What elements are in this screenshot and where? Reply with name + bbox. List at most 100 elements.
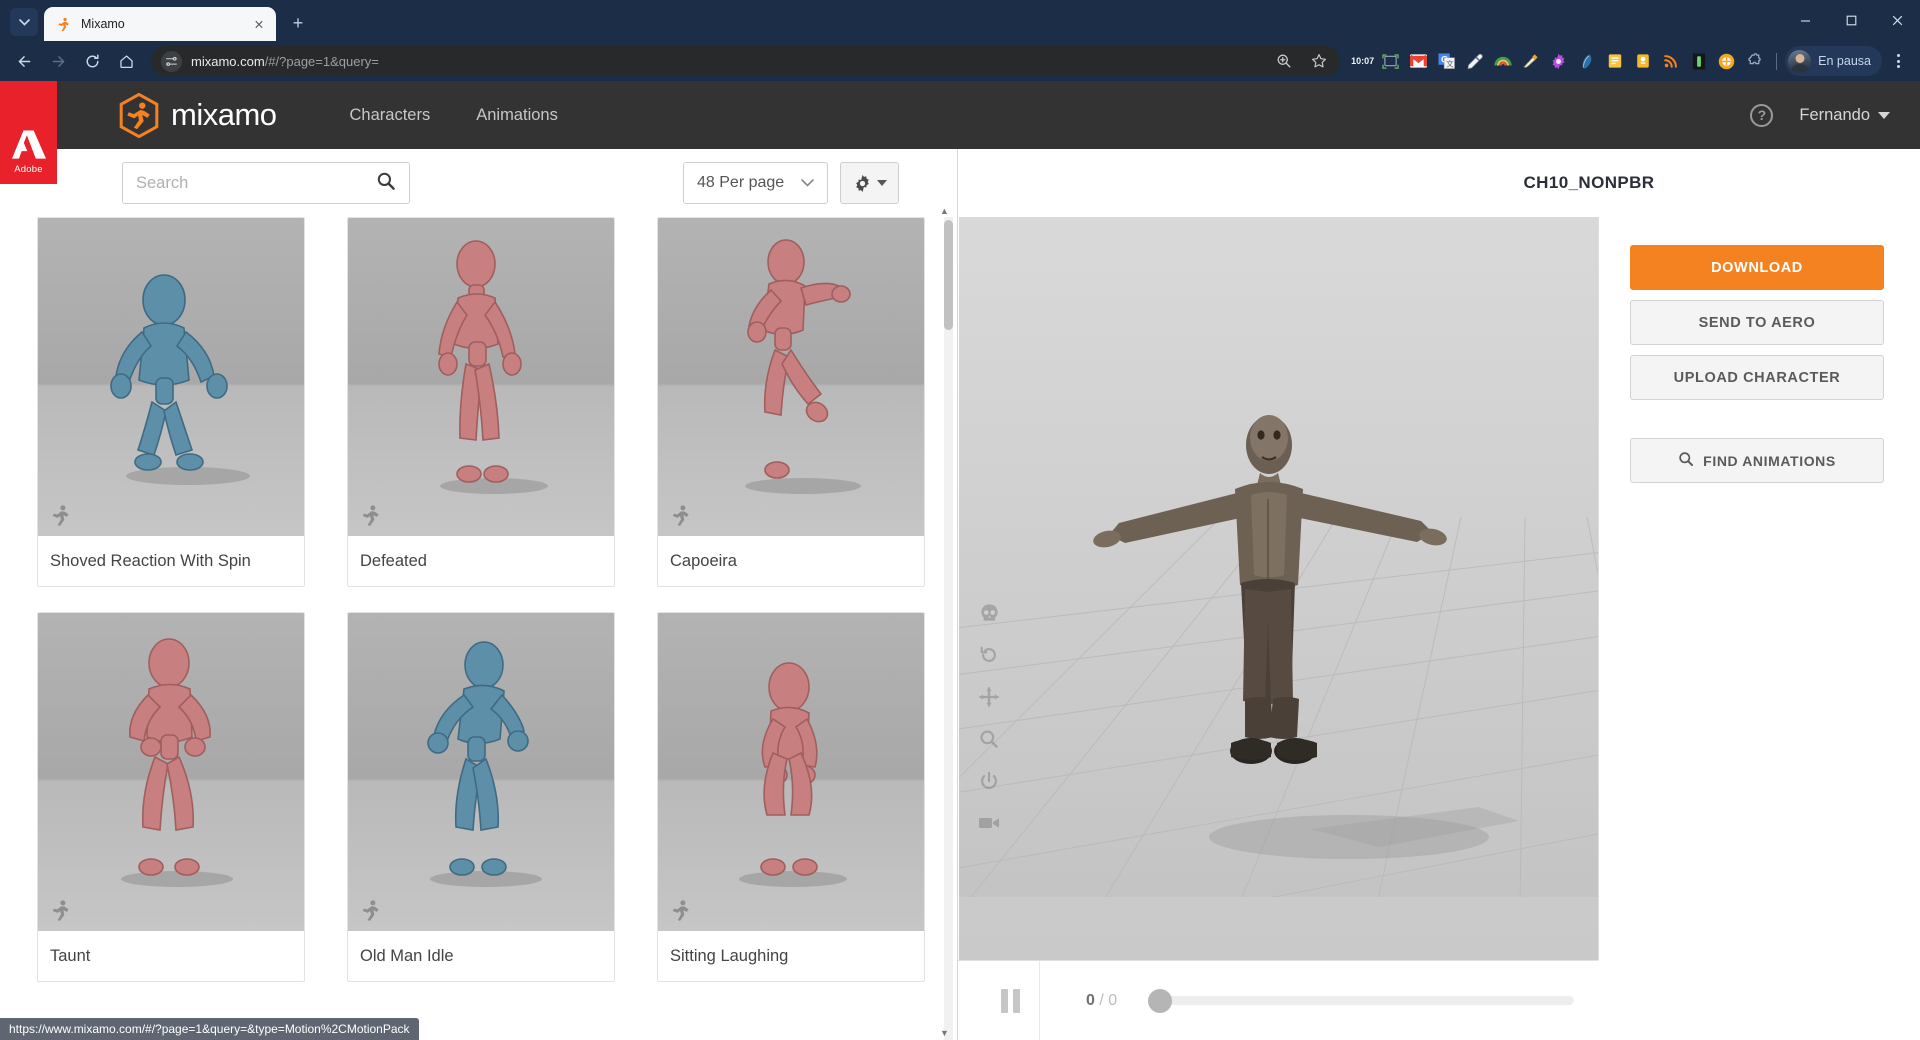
mixamo-wordmark: mixamo — [171, 97, 277, 132]
animation-thumbnail[interactable] — [38, 218, 304, 536]
animation-card[interactable]: Sitting Laughing — [657, 612, 925, 982]
animation-card[interactable]: Old Man Idle — [347, 612, 615, 982]
animation-card[interactable]: Taunt — [37, 612, 305, 982]
reset-rotate-tool-icon[interactable] — [978, 644, 1000, 666]
window-close-button[interactable] — [1874, 0, 1920, 41]
forward-button[interactable] — [42, 45, 74, 77]
browser-window: Mixamo ✕ + mixamo.com/#/?page=1&query= 1… — [0, 0, 1920, 1040]
motion-runner-icon — [49, 899, 72, 922]
scroll-up-arrow[interactable]: ▲ — [939, 205, 950, 216]
search-icon[interactable] — [376, 171, 396, 196]
browser-tab[interactable]: Mixamo ✕ — [44, 7, 276, 41]
viewport-scene — [959, 217, 1598, 897]
camera-tool-icon[interactable] — [978, 812, 1000, 834]
timeline-slider[interactable] — [1148, 988, 1574, 1013]
3d-viewport[interactable] — [959, 217, 1598, 960]
download-button[interactable]: DOWNLOAD — [1630, 245, 1884, 290]
tab-search-button[interactable] — [10, 8, 38, 36]
search-box[interactable] — [122, 162, 410, 204]
help-question-icon[interactable]: ? — [1750, 103, 1774, 127]
window-maximize-button[interactable] — [1828, 0, 1874, 41]
animation-thumbnail[interactable] — [38, 613, 304, 931]
animation-name: Taunt — [50, 946, 91, 965]
puzzle-extensions-icon[interactable] — [1741, 48, 1768, 75]
back-button[interactable] — [8, 45, 40, 77]
eyedropper-extension[interactable] — [1461, 48, 1488, 75]
search-input[interactable] — [136, 173, 368, 193]
timeline-slider-handle[interactable] — [1148, 988, 1173, 1013]
character-pose-preview — [438, 240, 548, 494]
tab-close-icon[interactable]: ✕ — [250, 15, 268, 33]
upload-character-button[interactable]: UPLOAD CHARACTER — [1630, 355, 1884, 400]
browser-toolbar: mixamo.com/#/?page=1&query= 10:07 G文 — [0, 41, 1920, 81]
window-controls — [1782, 0, 1920, 41]
skull-tool-icon[interactable] — [978, 602, 1000, 624]
grid-scrollbar[interactable]: ▲ ▼ — [940, 206, 953, 1040]
address-bar[interactable]: mixamo.com/#/?page=1&query= — [151, 46, 1341, 76]
per-page-value: 48 Per page — [697, 174, 785, 191]
settings-dropdown-button[interactable] — [840, 162, 899, 204]
animation-grid-scroll[interactable]: Shoved Reaction With Spin Defeated Capoe… — [0, 217, 957, 1040]
header-right: ? Fernando — [1750, 103, 1920, 127]
animation-card[interactable]: Defeated — [347, 217, 615, 587]
page-content: Adobe mixamo Characters Animations ? Fer… — [0, 81, 1920, 1040]
orange-circle-extension[interactable] — [1713, 48, 1740, 75]
bookmark-star-icon[interactable] — [1306, 48, 1332, 74]
character-pose-preview — [427, 641, 542, 887]
profile-button[interactable]: En pausa — [1785, 46, 1882, 76]
frame-counter: 0 / 0 — [1086, 992, 1117, 1010]
settings-gear-extension[interactable] — [1545, 48, 1572, 75]
pause-button[interactable] — [982, 961, 1040, 1040]
character-pose-preview — [739, 662, 847, 887]
home-button[interactable] — [110, 45, 142, 77]
mixamo-logo[interactable]: mixamo — [118, 92, 277, 138]
gmail-extension[interactable] — [1405, 48, 1432, 75]
animation-thumbnail[interactable] — [658, 218, 924, 536]
nav-characters[interactable]: Characters — [327, 106, 454, 125]
move-tool-icon[interactable] — [978, 686, 1000, 708]
animation-thumbnail[interactable] — [658, 613, 924, 931]
power-tool-icon[interactable] — [978, 770, 1000, 792]
send-to-aero-button[interactable]: SEND TO AERO — [1630, 300, 1884, 345]
rainbow-extension[interactable] — [1489, 48, 1516, 75]
character-pose-preview — [110, 274, 250, 485]
google-translate-extension[interactable]: G文 — [1433, 48, 1460, 75]
filter-bar: 48 Per page — [0, 149, 957, 217]
screenshot-extension[interactable] — [1377, 48, 1404, 75]
kebab-menu-icon[interactable] — [1884, 47, 1912, 75]
tab-strip: Mixamo ✕ + — [0, 0, 1920, 41]
user-menu[interactable]: Fernando — [1799, 106, 1890, 125]
tune-icon[interactable] — [161, 50, 182, 72]
animation-thumbnail[interactable] — [348, 218, 614, 536]
adobe-a-logo — [11, 130, 46, 159]
paint-extension[interactable] — [1517, 48, 1544, 75]
zoom-magnifier-icon[interactable] — [1271, 48, 1297, 74]
mixamo-runner-icon — [55, 16, 72, 33]
per-page-select[interactable]: 48 Per page — [683, 162, 828, 204]
viewport-tools — [978, 602, 1000, 834]
character-title: CH10_NONPBR — [1523, 173, 1655, 192]
animation-card[interactable]: Capoeira — [657, 217, 925, 587]
motion-runner-icon — [359, 504, 382, 527]
reload-button[interactable] — [76, 45, 108, 77]
animation-name: Sitting Laughing — [670, 946, 789, 965]
new-tab-button[interactable]: + — [284, 9, 312, 37]
find-animations-button[interactable]: FIND ANIMATIONS — [1630, 438, 1884, 483]
nav-animations[interactable]: Animations — [453, 106, 581, 125]
animation-thumbnail[interactable] — [348, 613, 614, 931]
animation-card[interactable]: Shoved Reaction With Spin — [37, 217, 305, 587]
battery-extension[interactable] — [1685, 48, 1712, 75]
scroll-down-arrow[interactable]: ▼ — [939, 1027, 950, 1038]
zoom-tool-icon[interactable] — [978, 728, 1000, 750]
note-extension[interactable] — [1601, 48, 1628, 75]
motion-runner-icon — [49, 504, 72, 527]
bookmark-yellow-extension[interactable] — [1629, 48, 1656, 75]
tab-title: Mixamo — [81, 17, 125, 31]
feather-extension[interactable] — [1573, 48, 1600, 75]
rss-extension[interactable] — [1657, 48, 1684, 75]
grid-scrollbar-thumb[interactable] — [944, 220, 953, 330]
adobe-logo-tab[interactable]: Adobe — [0, 81, 57, 184]
window-minimize-button[interactable] — [1782, 0, 1828, 41]
timer-extension[interactable]: 10:07 — [1349, 48, 1376, 75]
character-pose-preview — [121, 638, 233, 887]
